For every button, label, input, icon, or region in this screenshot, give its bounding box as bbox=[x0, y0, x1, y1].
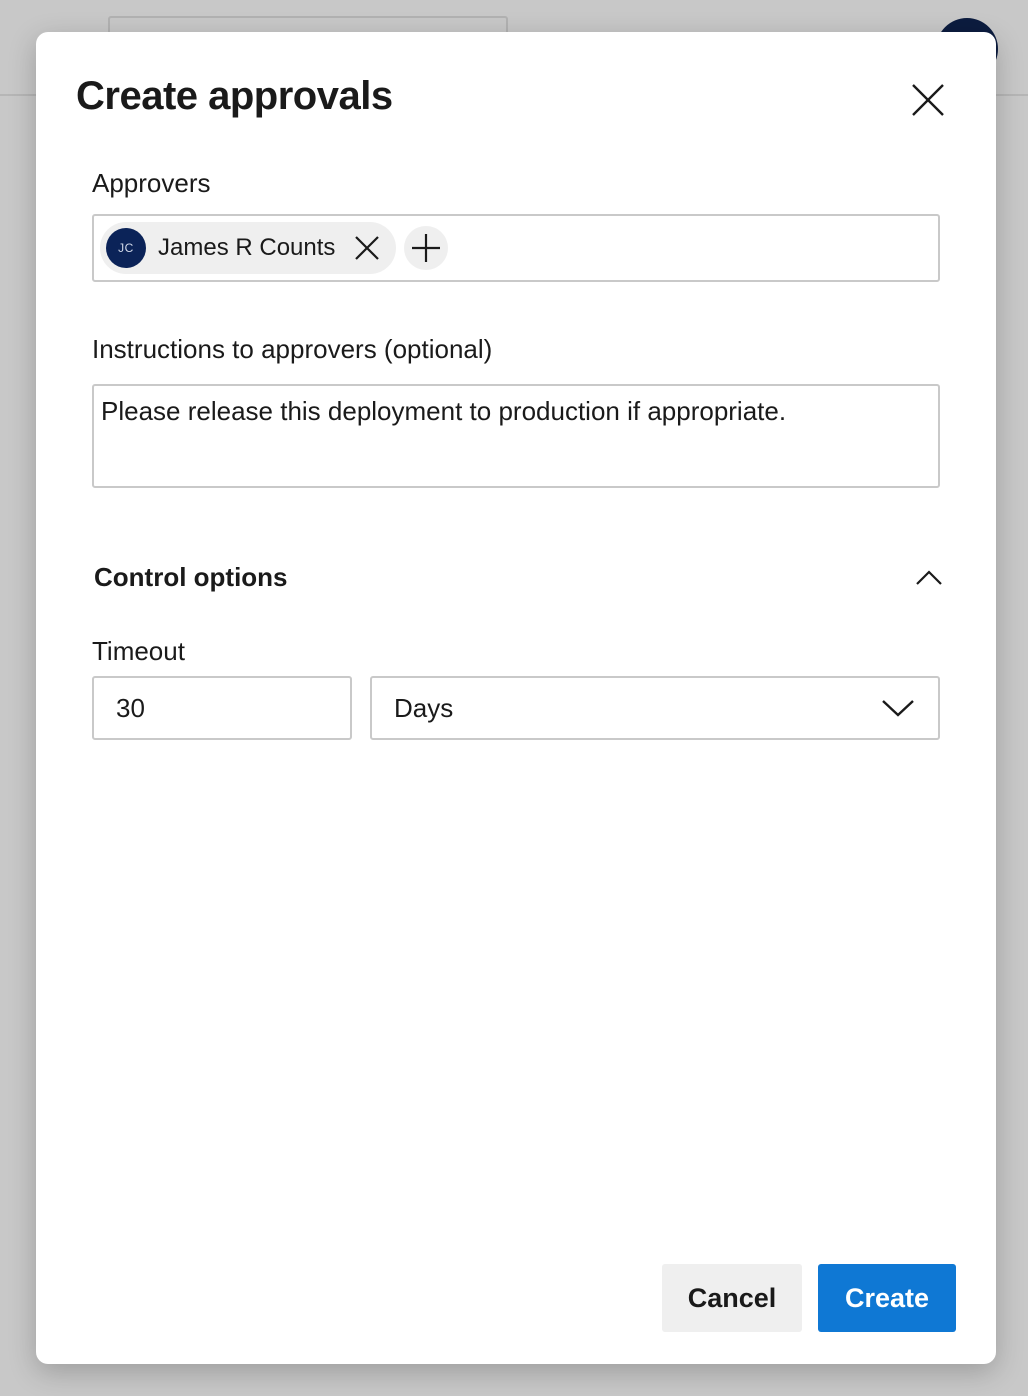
timeout-unit-dropdown[interactable]: Days bbox=[370, 676, 940, 740]
timeout-label: Timeout bbox=[92, 636, 185, 666]
close-icon bbox=[912, 84, 944, 116]
close-icon bbox=[355, 236, 379, 260]
approvers-label: Approvers bbox=[92, 168, 211, 198]
create-button[interactable]: Create bbox=[818, 1264, 956, 1332]
control-options-toggle[interactable]: Control options bbox=[94, 552, 944, 602]
approver-pill: JC James R Counts bbox=[100, 222, 396, 274]
add-approver-button[interactable] bbox=[404, 226, 448, 270]
chevron-up-icon bbox=[914, 562, 944, 592]
plus-icon bbox=[412, 234, 440, 262]
remove-approver-button[interactable] bbox=[352, 233, 382, 263]
instructions-textarea[interactable]: Please release this deployment to produc… bbox=[92, 384, 940, 488]
control-options-title: Control options bbox=[94, 561, 288, 592]
dialog-title: Create approvals bbox=[76, 74, 393, 118]
timeout-unit-value: Days bbox=[394, 692, 454, 723]
approver-name: James R Counts bbox=[158, 234, 336, 261]
avatar: JC bbox=[106, 228, 146, 268]
close-dialog-button[interactable] bbox=[906, 78, 950, 122]
chevron-down-icon bbox=[880, 693, 916, 723]
timeout-value-input[interactable] bbox=[92, 676, 352, 740]
instructions-label: Instructions to approvers (optional) bbox=[92, 334, 493, 364]
approvers-picker[interactable]: JC James R Counts bbox=[92, 214, 940, 282]
cancel-button[interactable]: Cancel bbox=[662, 1264, 802, 1332]
create-approvals-dialog: Create approvals Approvers JC James R Co… bbox=[36, 32, 996, 1364]
